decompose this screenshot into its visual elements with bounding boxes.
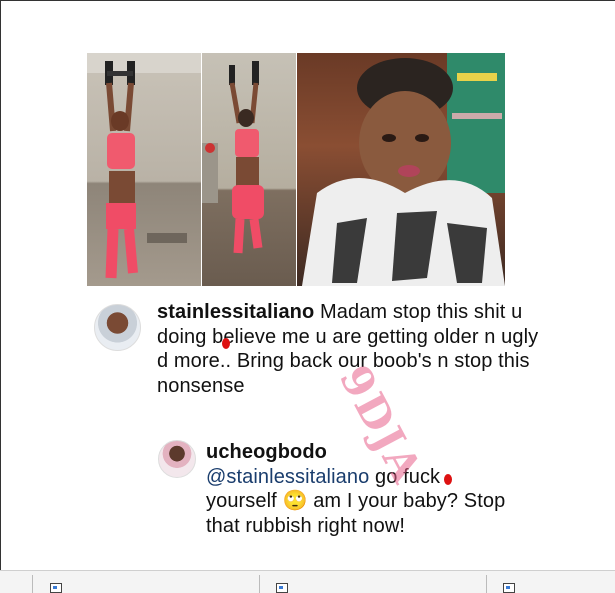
comment-username[interactable]: stainlessitaliano (157, 301, 314, 323)
toolbar-separator (259, 575, 260, 593)
comment-text: stainlessitaliano Madam stop this shit u… (157, 300, 552, 398)
frame-border-left (0, 0, 1, 570)
toolbar-separator (486, 575, 487, 593)
selfie-photo (297, 53, 505, 286)
photo-collage (87, 53, 505, 286)
workout-photo-back (202, 53, 296, 286)
workout-photo-front (87, 53, 201, 286)
bottom-toolbar (0, 570, 615, 593)
censor-dot (222, 338, 230, 349)
roll-eyes-emoji-icon: 🙄 (282, 490, 308, 512)
avatar[interactable] (158, 440, 196, 478)
avatar[interactable] (94, 304, 141, 351)
comment-text: ucheogbodo @stainlessitaliano go fuck you… (206, 440, 506, 538)
mention-link[interactable]: @stainlessitaliano (206, 466, 369, 488)
censor-dot (444, 474, 452, 485)
comment-username[interactable]: ucheogbodo (206, 441, 327, 463)
frame-border-top (0, 0, 615, 1)
toolbar-separator (32, 575, 33, 593)
